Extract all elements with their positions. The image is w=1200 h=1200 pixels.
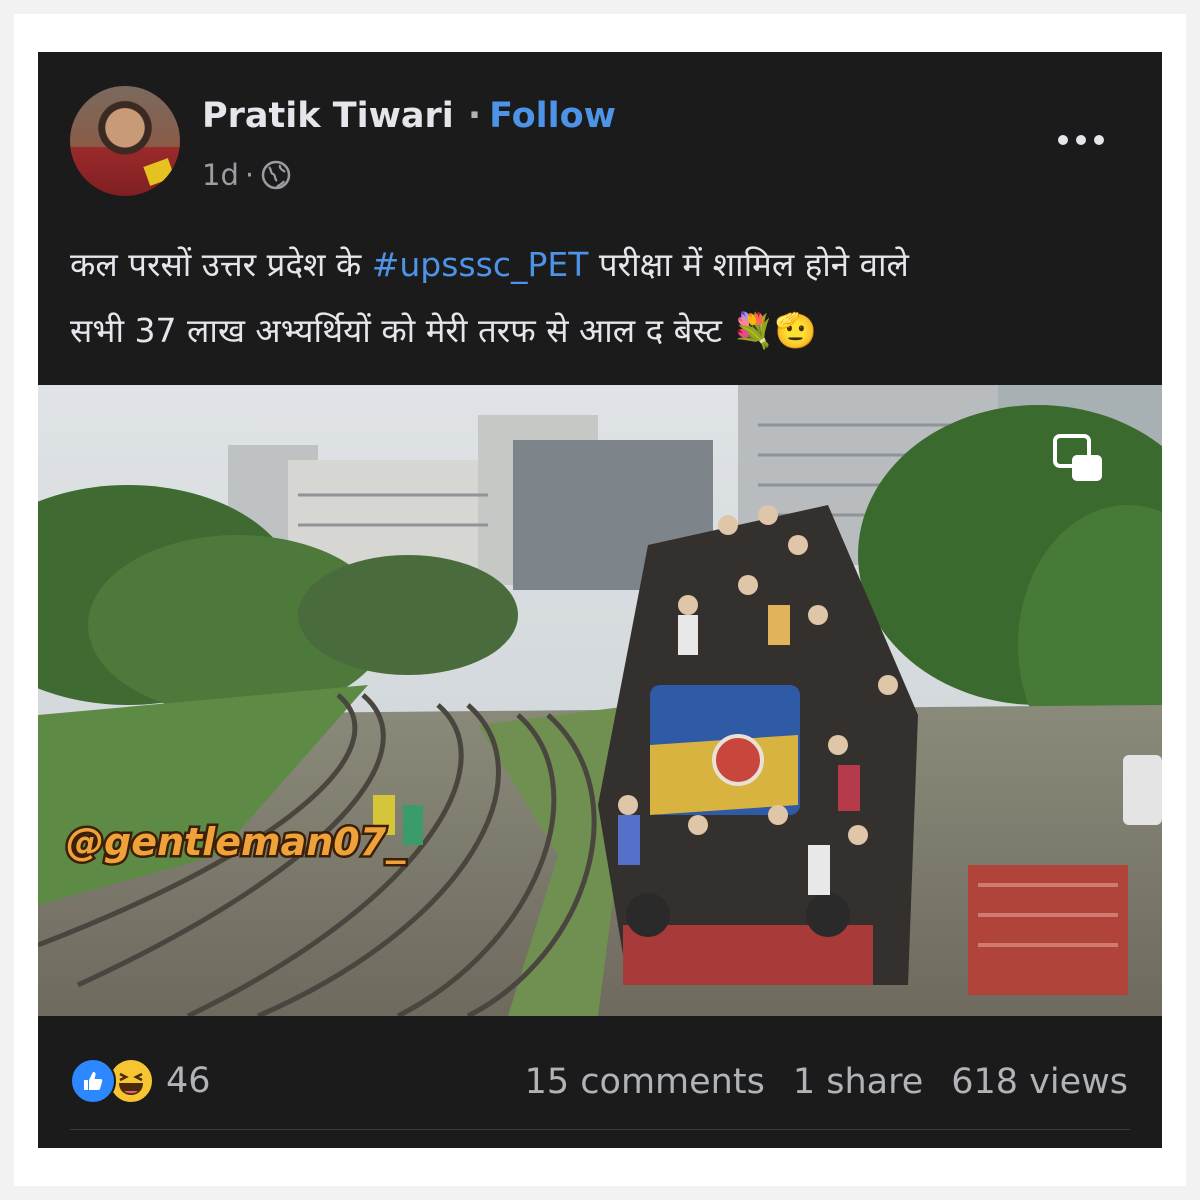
author-avatar[interactable]	[70, 86, 180, 196]
post-caption: कल परसों उत्तर प्रदेश के #upsssc_PET परी…	[70, 232, 1130, 364]
more-options-icon[interactable]	[1058, 132, 1104, 148]
caption-text-start: कल परसों उत्तर प्रदेश के	[70, 245, 372, 284]
shares-count[interactable]: 1 share	[793, 1062, 923, 1102]
video-frame	[38, 385, 1162, 1016]
reaction-count: 46	[166, 1061, 211, 1101]
reactions-summary[interactable]: 46	[70, 1058, 211, 1104]
globe-icon	[261, 160, 291, 190]
like-icon	[70, 1058, 116, 1104]
hashtag-link[interactable]: #upsssc_PET	[372, 245, 589, 284]
video-watermark: @gentleman07_	[64, 818, 409, 867]
post-stats: 15 comments 1 share 618 views	[525, 1062, 1128, 1102]
post-video[interactable]: @gentleman07_	[38, 385, 1162, 1016]
follow-button[interactable]: Follow	[489, 96, 616, 136]
caption-emoji: 💐🫡	[732, 311, 818, 351]
post-timestamp[interactable]: 1d	[202, 158, 239, 192]
post-header: Pratik Tiwari · Follow	[202, 96, 616, 136]
header-separator: ·	[467, 96, 482, 136]
picture-in-picture-icon[interactable]	[1052, 433, 1104, 483]
footer-divider	[70, 1129, 1130, 1130]
facebook-post: Pratik Tiwari · Follow 1d · कल परसों उत्तर…	[38, 52, 1162, 1148]
meta-separator: ·	[244, 158, 255, 192]
caption-text-end: परीक्षा में शामिल होने वाले	[588, 245, 909, 284]
avatar-shirt-detail	[143, 158, 175, 186]
watermark-text: @gentleman07_	[66, 820, 406, 864]
comments-count[interactable]: 15 comments	[525, 1062, 765, 1102]
caption-line-2: सभी 37 लाख अभ्यर्थियों को मेरी तरफ से आल…	[70, 311, 722, 350]
views-count: 618 views	[951, 1062, 1128, 1102]
author-name[interactable]: Pratik Tiwari	[202, 96, 454, 136]
post-meta: 1d ·	[202, 158, 292, 192]
post-footer: 46 15 comments 1 share 618 views	[38, 1016, 1162, 1148]
